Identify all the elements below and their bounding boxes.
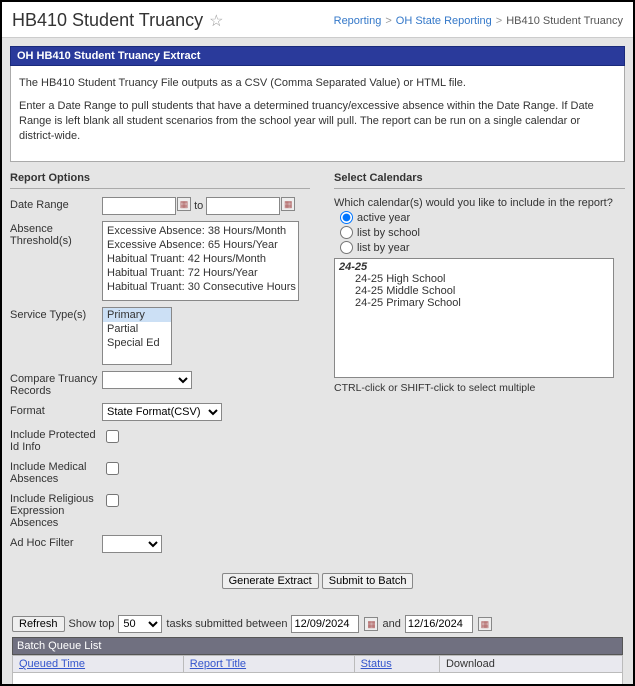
description-box: The HB410 Student Truancy File outputs a… [10,66,625,162]
date-range-controls: ▦ to ▦ [102,197,310,215]
batch-queue-body [12,673,623,686]
show-top-label: Show top [69,618,115,630]
format-select[interactable]: State Format(CSV) [102,403,222,421]
list-item[interactable]: 24-25 Middle School [339,285,609,297]
col-download: Download [439,656,622,673]
include-medical-checkbox[interactable] [106,462,119,475]
col-status[interactable]: Status [354,656,439,673]
favorite-star-icon[interactable]: ☆ [209,11,223,31]
list-item[interactable]: 24-25 High School [339,273,609,285]
report-options-head: Report Options [10,172,310,184]
calendar-icon[interactable]: ▦ [478,617,492,631]
radio-list-by-school[interactable] [340,226,353,239]
include-protected-label: Include Protected Id Info [10,427,102,453]
threshold-select[interactable]: Excessive Absence: 38 Hours/Month Excess… [102,221,299,301]
include-religious-checkbox[interactable] [106,494,119,507]
threshold-label: Absence Threshold(s) [10,221,102,247]
breadcrumb-reporting[interactable]: Reporting [334,15,382,27]
date-range-label: Date Range [10,197,102,211]
include-religious-label: Include Religious Expression Absences [10,491,102,529]
include-medical-label: Include Medical Absences [10,459,102,485]
format-label: Format [10,403,102,417]
list-item[interactable]: 24-25 Primary School [339,297,609,309]
col-report-title[interactable]: Report Title [183,656,354,673]
select-calendars-head: Select Calendars [334,172,625,184]
compare-label: Compare Truancy Records [10,371,102,397]
adhoc-label: Ad Hoc Filter [10,535,102,549]
service-type-select[interactable]: Primary Partial Special Ed [102,307,172,365]
batch-date-from[interactable] [291,615,359,633]
date-to-input[interactable] [206,197,280,215]
batch-date-to[interactable] [405,615,473,633]
adhoc-select[interactable] [102,535,162,553]
show-top-select[interactable]: 50 [118,615,162,633]
date-to-sep: to [194,200,203,212]
date-from-input[interactable] [102,197,176,215]
radio-list-by-year[interactable] [340,241,353,254]
service-type-label: Service Type(s) [10,307,102,321]
calendar-prompt: Which calendar(s) would you like to incl… [334,197,625,209]
and-label: and [382,618,400,630]
submit-to-batch-button[interactable]: Submit to Batch [322,573,414,589]
calendar-icon[interactable]: ▦ [177,197,191,211]
page-title: HB410 Student Truancy ☆ [12,10,223,31]
breadcrumb-oh-state[interactable]: OH State Reporting [396,15,492,27]
radio-active-year[interactable] [340,211,353,224]
tasks-label: tasks submitted between [166,618,287,630]
calendar-list[interactable]: 24-25 24-25 High School 24-25 Middle Sch… [334,258,614,378]
extract-title-bar: OH HB410 Student Truancy Extract [10,46,625,66]
refresh-button[interactable]: Refresh [12,616,65,632]
multiselect-hint: CTRL-click or SHIFT-click to select mult… [334,382,625,394]
breadcrumb-current: HB410 Student Truancy [506,15,623,27]
include-protected-checkbox[interactable] [106,430,119,443]
compare-select[interactable] [102,371,192,389]
calendar-icon[interactable]: ▦ [281,197,295,211]
batch-queue-head: Batch Queue List [12,637,623,655]
breadcrumb: Reporting>OH State Reporting>HB410 Stude… [334,15,623,27]
calendar-icon[interactable]: ▦ [364,617,378,631]
generate-extract-button[interactable]: Generate Extract [222,573,319,589]
col-queued-time[interactable]: Queued Time [13,656,184,673]
batch-queue-table: Queued Time Report Title Status Download [12,655,623,673]
